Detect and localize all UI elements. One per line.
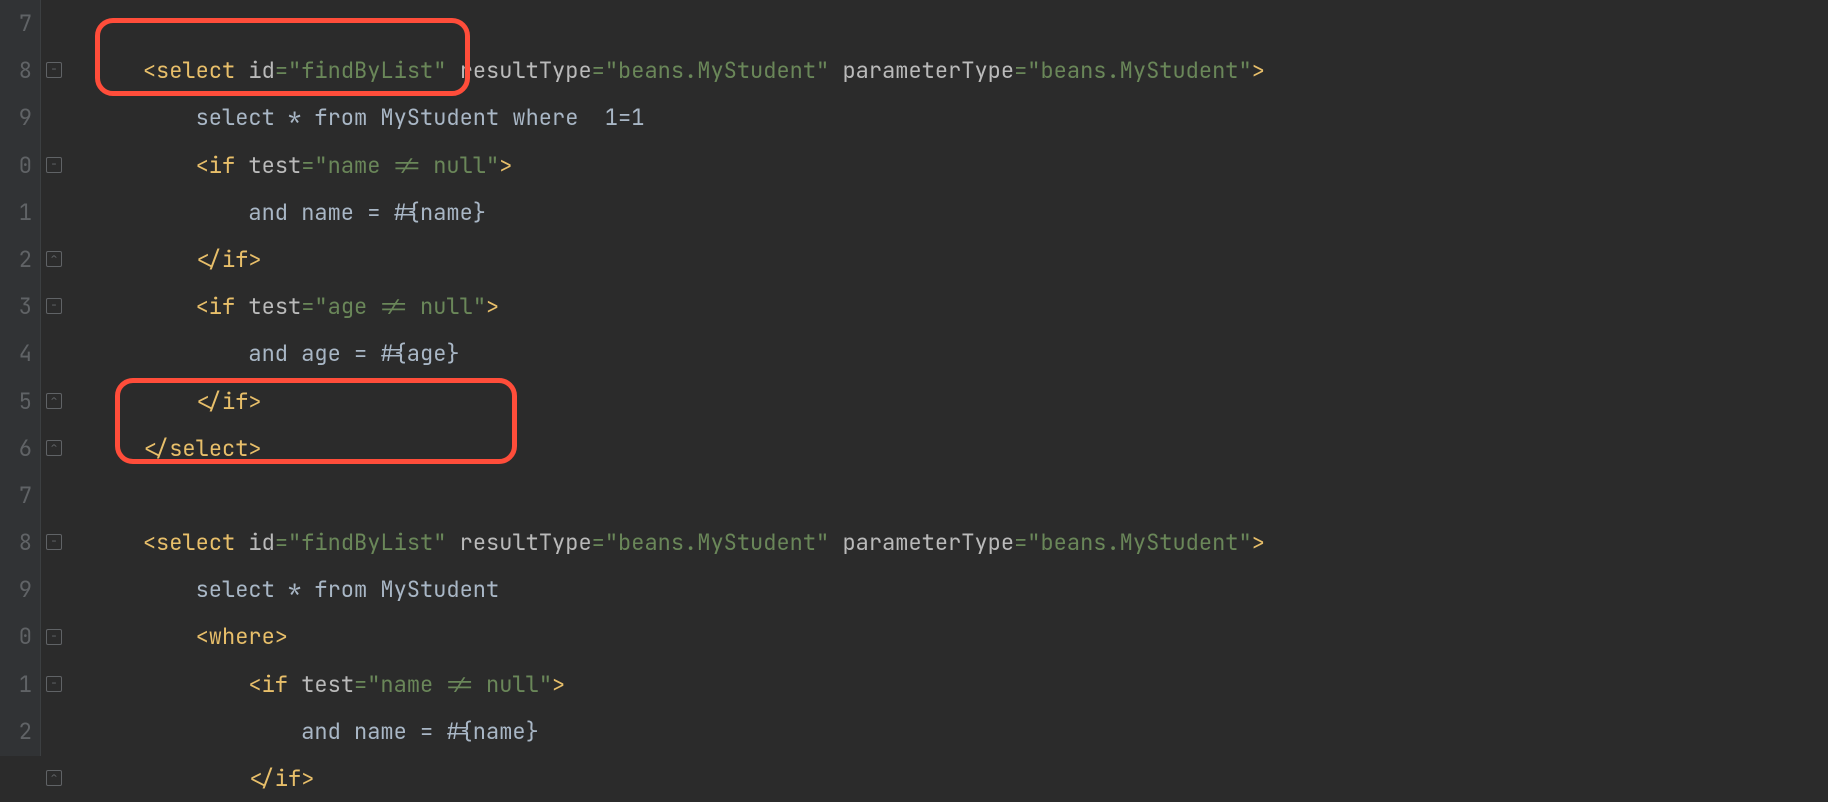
code-token: resultType [460, 56, 592, 85]
line-number: 0 [0, 613, 32, 660]
fold-toggle-icon[interactable]: ⌃ [46, 770, 62, 786]
code-token [90, 764, 248, 793]
code-line[interactable]: </if> [90, 755, 1828, 802]
code-token [90, 528, 143, 557]
code-token: parameterType [842, 528, 1014, 557]
code-token: </if> [196, 387, 262, 416]
code-line[interactable]: </if> [90, 236, 1828, 283]
line-number: 5 [0, 378, 32, 425]
line-number: 9 [0, 566, 32, 613]
code-token: <if [196, 292, 249, 321]
line-number: 7 [0, 0, 32, 47]
code-token: <where> [196, 622, 288, 651]
fold-toggle-icon[interactable]: − [46, 157, 62, 173]
code-token [90, 151, 196, 180]
code-line[interactable] [90, 472, 1828, 519]
code-line[interactable]: </if> [90, 378, 1828, 425]
fold-toggle-icon[interactable]: − [46, 298, 62, 314]
code-editor[interactable]: 7890123456789012 −−⌃−⌃⌃−−−⌃ <select id="… [0, 0, 1828, 756]
code-token: resultType [460, 528, 592, 557]
fold-toggle-icon[interactable]: ⌃ [46, 440, 62, 456]
fold-toggle-icon[interactable]: − [46, 629, 62, 645]
code-token: ="beans.MyStudent" [592, 56, 843, 85]
code-token: <select [143, 528, 249, 557]
code-line[interactable]: <if test="name != null"> [90, 142, 1828, 189]
fold-column: −−⌃−⌃⌃−−−⌃ [40, 0, 70, 756]
code-line[interactable]: <if test="age != null"> [90, 283, 1828, 330]
line-number: 4 [0, 330, 32, 377]
fold-toggle-icon[interactable]: ⌃ [46, 393, 62, 409]
code-token: </if> [196, 245, 262, 274]
code-token: select * from MyStudent [90, 575, 499, 604]
code-token: <if [196, 151, 249, 180]
code-line[interactable]: and name = #{name} [90, 708, 1828, 755]
code-line[interactable]: <select id="findByList" resultType="bean… [90, 47, 1828, 94]
code-line[interactable]: <select id="findByList" resultType="bean… [90, 519, 1828, 566]
code-token: and age = #{age} [90, 339, 460, 368]
code-token: ="name != null" [301, 151, 499, 180]
code-token: and name = #{name} [90, 198, 486, 227]
code-token: > [1252, 528, 1265, 557]
fold-toggle-icon[interactable]: − [46, 62, 62, 78]
line-number: 6 [0, 425, 32, 472]
code-line[interactable]: and name = #{name} [90, 189, 1828, 236]
code-line[interactable]: </select> [90, 425, 1828, 472]
code-line[interactable]: select * from MyStudent where 1=1 [90, 94, 1828, 141]
line-number-gutter: 7890123456789012 [0, 0, 40, 756]
line-number: 1 [0, 189, 32, 236]
line-number: 7 [0, 472, 32, 519]
code-token: > [552, 670, 565, 699]
code-token [90, 434, 143, 463]
code-token [90, 387, 196, 416]
line-number: 2 [0, 236, 32, 283]
code-token [90, 622, 196, 651]
code-token [90, 292, 196, 321]
line-number: 8 [0, 519, 32, 566]
line-number: 9 [0, 94, 32, 141]
code-token: test [248, 151, 301, 180]
code-token: > [499, 151, 512, 180]
code-token: ="beans.MyStudent" [1014, 528, 1252, 557]
code-line[interactable]: <where> [90, 613, 1828, 660]
line-number: 2 [0, 708, 32, 755]
code-token [90, 56, 143, 85]
fold-toggle-icon[interactable]: ⌃ [46, 251, 62, 267]
code-token: id [248, 528, 274, 557]
code-token [90, 245, 196, 274]
code-token: id [248, 56, 274, 85]
code-token: > [1252, 56, 1265, 85]
code-line[interactable]: and age = #{age} [90, 330, 1828, 377]
code-token: test [301, 670, 354, 699]
code-token: ="findByList" [275, 56, 460, 85]
fold-toggle-icon[interactable]: − [46, 676, 62, 692]
code-token: parameterType [842, 56, 1014, 85]
code-token: </if> [248, 764, 314, 793]
code-token: and name = #{name} [90, 717, 539, 746]
code-token: ="age != null" [301, 292, 486, 321]
code-token: <select [143, 56, 249, 85]
fold-toggle-icon[interactable]: − [46, 534, 62, 550]
code-token: ="name != null" [354, 670, 552, 699]
code-token: ="beans.MyStudent" [1014, 56, 1252, 85]
code-token: test [248, 292, 301, 321]
code-line[interactable]: <if test="name != null"> [90, 661, 1828, 708]
code-token: ="findByList" [275, 528, 460, 557]
code-area[interactable]: <select id="findByList" resultType="bean… [70, 0, 1828, 756]
line-number: 3 [0, 283, 32, 330]
code-token: > [486, 292, 499, 321]
code-line[interactable]: select * from MyStudent [90, 566, 1828, 613]
line-number: 8 [0, 47, 32, 94]
code-token: <if [248, 670, 301, 699]
code-token: select * from MyStudent where 1=1 [90, 103, 644, 132]
code-token [90, 670, 248, 699]
code-token: ="beans.MyStudent" [592, 528, 843, 557]
code-line[interactable] [90, 0, 1828, 47]
code-token: </select> [143, 434, 262, 463]
line-number: 0 [0, 142, 32, 189]
line-number: 1 [0, 661, 32, 708]
